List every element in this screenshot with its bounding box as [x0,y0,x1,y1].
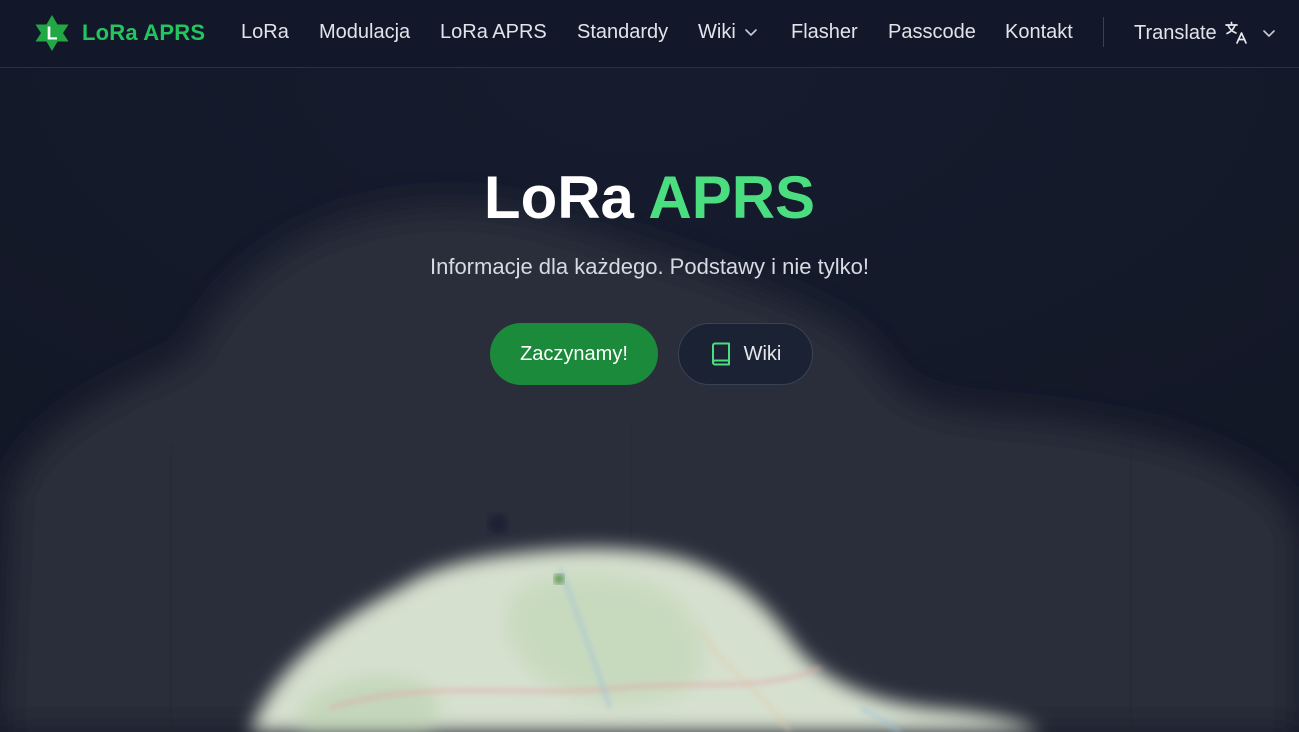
nav-link-lora-aprs[interactable]: LoRa APRS [440,20,547,44]
hero-title-main: LoRa [483,164,634,231]
nav-link-wiki-label: Wiki [698,21,736,43]
nav-dropdown-wiki[interactable]: Wiki [698,20,758,44]
hero-title: LoRa APRS [0,164,1299,232]
brand-link[interactable]: L LoRa APRS [33,13,205,53]
star-logo-icon: L [35,15,69,51]
nav-link-flasher[interactable]: Flasher [791,20,858,44]
translate-label: Translate [1134,22,1217,44]
top-navbar: L LoRa APRS LoRa Modulacja LoRa APRS Sta… [0,0,1299,68]
brand-text: LoRa APRS [82,20,206,45]
book-icon [711,342,730,366]
nav-link-modulacja[interactable]: Modulacja [319,20,410,44]
get-started-button[interactable]: Zaczynamy! [490,323,658,385]
wiki-button[interactable]: Wiki [678,323,813,385]
hero-title-accent: APRS [648,164,816,231]
chevron-down-icon [744,29,757,36]
nav-link-passcode[interactable]: Passcode [888,20,976,44]
translate-icon [1224,21,1247,44]
translate-dropdown[interactable]: Translate [1134,20,1276,46]
nav-link-kontakt[interactable]: Kontakt [1005,20,1073,44]
hero-subtitle: Informacje dla każdego. Podstawy i nie t… [429,254,869,279]
nav-link-lora[interactable]: LoRa [241,20,289,44]
wiki-button-label: Wiki [743,342,782,365]
chevron-down-icon [1262,30,1275,37]
nav-link-standardy[interactable]: Standardy [577,20,668,44]
nav-divider [1103,17,1104,47]
logo-letter: L [47,24,58,44]
